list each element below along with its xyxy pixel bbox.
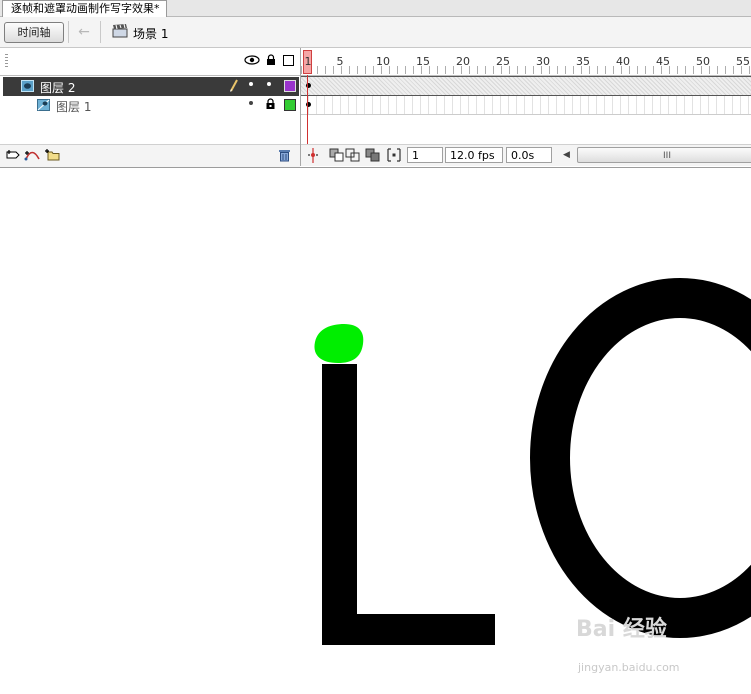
layer-row-1[interactable]: 图层 1 [3, 96, 299, 115]
panel-grip[interactable] [5, 54, 8, 68]
ruler-label: 10 [376, 55, 390, 68]
layer-name: 图层 2 [40, 81, 76, 95]
mask-layer-icon [21, 80, 34, 92]
document-tab-bar: 逐帧和遮罩动画制作写字效果* [0, 0, 751, 17]
eye-icon[interactable] [244, 54, 260, 66]
document-tab[interactable]: 逐帧和遮罩动画制作写字效果* [2, 0, 167, 17]
visibility-dot[interactable] [249, 82, 253, 86]
ruler-label: 5 [336, 55, 344, 68]
ruler-label: 25 [496, 55, 510, 68]
outline-icon[interactable] [283, 55, 294, 66]
ruler-label: 20 [456, 55, 470, 68]
back-arrow-icon[interactable]: ← [75, 23, 93, 41]
ruler-ticks [301, 66, 751, 74]
ruler-label: 1 [304, 55, 312, 68]
toolbar-divider [68, 21, 69, 43]
timeline-toggle-button[interactable]: 时间轴 [4, 22, 64, 43]
scroll-left-arrow-icon[interactable]: ◀ [563, 148, 573, 163]
elapsed-time-field: 0.0s [506, 147, 552, 163]
ruler-label: 30 [536, 55, 550, 68]
ruler-label: 50 [696, 55, 710, 68]
letter-o-shape[interactable] [530, 278, 751, 638]
edit-bar: 时间轴 ← 场景 1 [0, 17, 751, 48]
insert-folder-icon[interactable] [44, 148, 61, 161]
insert-layer-icon[interactable] [6, 149, 20, 161]
layer-name: 图层 1 [56, 100, 92, 114]
masked-layer-icon [37, 99, 50, 111]
ruler-label: 55 [736, 55, 750, 68]
ruler-label: 40 [616, 55, 630, 68]
frame-pane: 1 5 10 15 20 25 30 35 40 45 50 55 1 12.0… [301, 48, 751, 166]
toolbar-divider [100, 21, 101, 43]
ruler-label: 45 [656, 55, 670, 68]
brush-stroke-shape[interactable] [314, 324, 364, 363]
timeline-panel: 图层 2 图层 1 1 5 10 15 20 25 30 35 40 45 50… [0, 48, 751, 167]
watermark-url: jingyan.baidu.com [578, 661, 680, 674]
frame-ruler[interactable]: 1 5 10 15 20 25 30 35 40 45 50 55 [301, 48, 751, 76]
frame-track-layer-2[interactable] [301, 76, 751, 96]
layer-header [0, 48, 300, 76]
delete-layer-icon[interactable] [278, 148, 291, 162]
frame-rate-field[interactable]: 12.0 fps [445, 147, 503, 163]
frame-track-layer-1[interactable] [301, 96, 751, 115]
locked-icon[interactable] [265, 98, 276, 110]
onion-skin-outlines-icon[interactable] [345, 148, 361, 162]
center-frame-icon[interactable] [307, 148, 319, 163]
outline-color-swatch[interactable] [284, 99, 296, 111]
layer-toolbar [0, 144, 300, 167]
current-frame-field: 1 [407, 147, 443, 163]
lock-icon[interactable] [265, 54, 277, 66]
layer-pane: 图层 2 图层 1 [0, 48, 301, 167]
outline-color-swatch[interactable] [284, 80, 296, 92]
baidu-jingyan-watermark: Bai 经验 [576, 617, 667, 642]
add-motion-guide-icon[interactable] [24, 148, 41, 161]
layer-row-2[interactable]: 图层 2 [3, 77, 299, 96]
pencil-icon [230, 79, 238, 92]
scene-label[interactable]: 场景 1 [133, 25, 168, 42]
visibility-dot[interactable] [249, 101, 253, 105]
ruler-label: 15 [416, 55, 430, 68]
modify-onion-markers-icon[interactable] [387, 148, 401, 162]
onion-skin-icon[interactable] [329, 148, 345, 162]
edit-multiple-frames-icon[interactable] [365, 148, 381, 162]
horizontal-scrollbar-thumb[interactable]: III [577, 147, 751, 163]
ruler-label: 35 [576, 55, 590, 68]
lock-dot[interactable] [267, 82, 271, 86]
scene-clapper-icon [112, 24, 128, 38]
letter-l-shape[interactable] [322, 364, 495, 645]
frame-toolbar: 1 12.0 fps 0.0s ◀ III [301, 144, 751, 166]
